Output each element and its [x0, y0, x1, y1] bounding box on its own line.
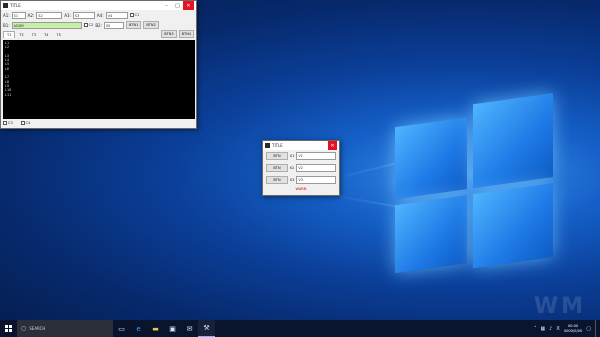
search-placeholder: SEARCH: [29, 326, 46, 331]
tabs: T1 T2 T3 T4 T5: [1, 31, 67, 38]
check-3-label: C3: [8, 121, 13, 125]
check-1-label: C1: [134, 13, 140, 17]
tab-1[interactable]: T1: [3, 31, 16, 38]
input-language[interactable]: X: [556, 326, 559, 332]
dialog-value-1: V1: [296, 152, 336, 160]
tab-2[interactable]: T2: [15, 31, 27, 38]
clock[interactable]: 00:00 0000/0/00: [564, 324, 582, 333]
select-5[interactable]: S5: [103, 21, 124, 29]
windows-icon: [5, 325, 12, 332]
show-desktop-button[interactable]: [595, 320, 597, 337]
light-beam: [330, 161, 400, 181]
label-2: A2:: [27, 12, 35, 18]
close-icon[interactable]: ✕: [183, 1, 194, 10]
windows-logo-wallpaper: [395, 87, 555, 279]
taskbar: ○ SEARCH ▭ e ▬ ▣ ✉ ⚒ ˄ ▦ ♪ X 00:00 0000/…: [0, 320, 600, 337]
input-4[interactable]: V4: [105, 11, 128, 19]
right-buttons: BTN3 BTN4: [161, 30, 194, 38]
select-2[interactable]: S2: [36, 11, 63, 19]
tab-4[interactable]: T4: [40, 31, 52, 38]
search-box[interactable]: ○ SEARCH: [17, 320, 113, 337]
settings-row-2: B1: ADDR C2 B2: S5 BTN1 BTN2: [1, 20, 196, 30]
minimize-icon[interactable]: –: [161, 1, 172, 10]
edge-icon[interactable]: e: [130, 320, 147, 337]
mail-icon[interactable]: ✉: [181, 320, 198, 337]
dialog-label-3: K3: [290, 178, 295, 182]
checkbox-icon: [83, 23, 88, 27]
dialog-button-3[interactable]: BTN: [266, 176, 288, 184]
dialog-value-3: V3: [296, 176, 336, 184]
tab-3[interactable]: T3: [28, 31, 40, 38]
network-icon[interactable]: ▦: [540, 326, 545, 332]
volume-icon[interactable]: ♪: [549, 326, 552, 332]
label-1: A1:: [3, 12, 10, 18]
title-bar[interactable]: TITLE – □ ✕: [1, 1, 196, 10]
watermark: WM: [533, 294, 586, 319]
check-2-label: C2: [88, 23, 94, 27]
store-icon[interactable]: ▣: [164, 320, 181, 337]
button-4[interactable]: BTN4: [178, 30, 194, 38]
log-console[interactable]: L1 L2 L3 L4 L5 L6 L7 L8 L9 L10 L11: [3, 40, 195, 119]
settings-row-1: A1: S1 A2: S2 A3: S3 A4: V4 C1: [1, 10, 196, 20]
button-3[interactable]: BTN3: [161, 30, 177, 38]
check-2[interactable]: C2: [83, 23, 94, 27]
dialog-button-1[interactable]: BTN: [266, 152, 288, 160]
check-1[interactable]: C1: [129, 13, 140, 17]
start-button[interactable]: [0, 320, 17, 337]
label-3: A3:: [64, 12, 71, 18]
checkbox-icon: [3, 121, 7, 125]
dialog-row-2: BTN K2 V2: [263, 162, 339, 174]
notification-icon[interactable]: ▢: [586, 326, 591, 332]
dialog-warning: WARN: [295, 187, 307, 191]
system-tray: ˄ ▦ ♪ X 00:00 0000/0/00 ▢: [534, 320, 600, 337]
bottom-options: C3 C4: [3, 121, 30, 125]
maximize-icon[interactable]: □: [172, 1, 183, 10]
dialog-window: TITLE ✕ BTN K1 V1 BTN K2 V2 BTN K3 V3 WA…: [262, 140, 340, 196]
label-b2: B2:: [95, 22, 102, 28]
light-beam: [330, 193, 400, 209]
dialog-button-2[interactable]: BTN: [266, 164, 288, 172]
label-b1: B1:: [3, 22, 10, 28]
search-icon: ○: [21, 325, 27, 332]
main-window: TITLE – □ ✕ A1: S1 A2: S2 A3: S3 A4: V4 …: [0, 0, 197, 129]
close-icon[interactable]: ✕: [328, 141, 337, 150]
log-line: L11: [5, 92, 12, 97]
dialog-label-2: K2: [290, 166, 295, 170]
checkbox-icon: [20, 121, 25, 125]
clock-date: 0000/0/00: [563, 328, 583, 333]
tab-5[interactable]: T5: [53, 31, 65, 38]
app-icon: [3, 3, 8, 8]
select-1[interactable]: S1: [11, 11, 26, 19]
dialog-row-3: BTN K3 V3: [263, 174, 339, 186]
app-icon[interactable]: ⚒: [198, 320, 215, 337]
dialog-label-1: K1: [290, 154, 295, 158]
check-3[interactable]: C3: [3, 121, 13, 125]
window-title: TITLE: [10, 3, 21, 8]
tab-strip: T1 T2 T3 T4 T5 BTN3 BTN4: [1, 30, 196, 38]
task-view-icon[interactable]: ▭: [113, 320, 130, 337]
explorer-icon[interactable]: ▬: [147, 320, 164, 337]
chevron-up-icon[interactable]: ˄: [534, 326, 537, 332]
dialog-row-1: BTN K1 V1: [263, 150, 339, 162]
label-4: A4:: [96, 12, 104, 18]
dialog-title-bar[interactable]: TITLE ✕: [263, 141, 339, 150]
dialog-title: TITLE: [272, 143, 283, 148]
address-input[interactable]: ADDR: [11, 21, 82, 29]
app-icon: [265, 143, 270, 148]
dialog-value-2: V2: [296, 164, 336, 172]
checkbox-icon: [129, 13, 134, 17]
check-4[interactable]: C4: [20, 121, 31, 125]
check-4-label: C4: [25, 121, 31, 125]
button-1[interactable]: BTN1: [125, 21, 142, 29]
button-2[interactable]: BTN2: [143, 21, 159, 29]
select-3[interactable]: S3: [72, 11, 95, 19]
